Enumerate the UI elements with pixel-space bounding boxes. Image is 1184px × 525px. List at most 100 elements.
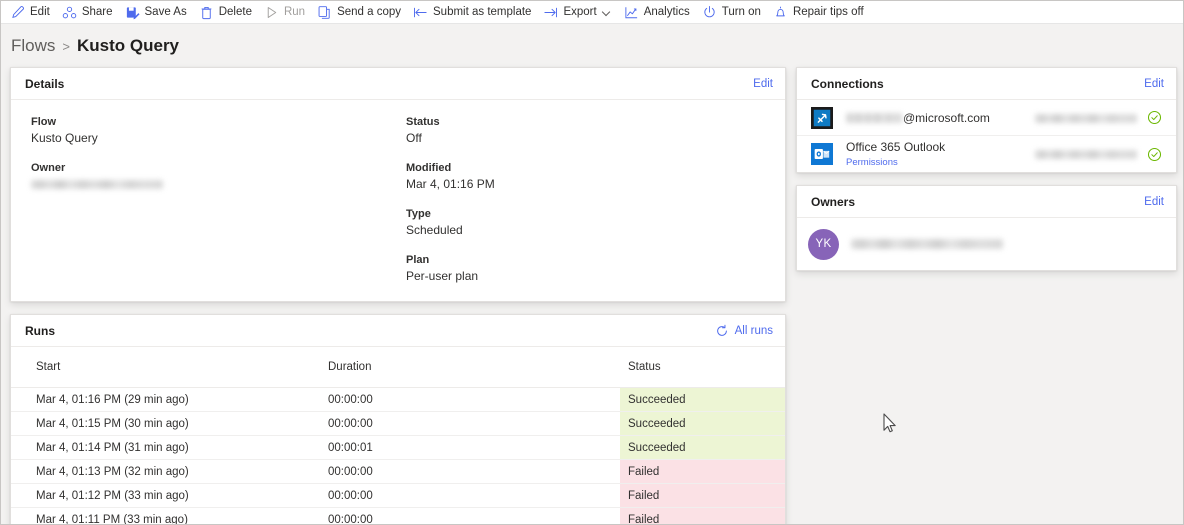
- detail-label: Type: [406, 208, 431, 220]
- run-start: Mar 4, 01:11 PM (33 min ago): [11, 507, 328, 524]
- run-duration: 00:00:00: [328, 411, 620, 436]
- runs-header-row: Start Duration Status: [11, 347, 785, 388]
- column-header-start[interactable]: Start: [11, 347, 328, 388]
- details-edit-link[interactable]: Edit: [753, 78, 773, 90]
- repair-tips-button[interactable]: Repair tips off: [768, 1, 871, 23]
- detail-field-plan: Plan Per-user plan: [406, 254, 785, 283]
- refresh-icon: [715, 324, 729, 338]
- owners-title: Owners: [811, 194, 856, 209]
- run-duration: 00:00:00: [328, 387, 620, 412]
- runs-title: Runs: [25, 323, 55, 338]
- turn-on-button-label: Turn on: [721, 6, 761, 18]
- column-header-duration[interactable]: Duration: [328, 347, 620, 388]
- all-runs-button[interactable]: All runs: [715, 324, 773, 338]
- run-start: Mar 4, 01:15 PM (30 min ago): [11, 411, 328, 436]
- connections-title: Connections: [811, 76, 884, 91]
- bell-icon: [773, 5, 788, 20]
- delete-button[interactable]: Delete: [194, 1, 259, 23]
- connection-name: Office 365 Outlook: [846, 139, 946, 154]
- run-button-label: Run: [283, 6, 306, 18]
- redacted-connection-detail: [1035, 150, 1137, 160]
- save-as-button[interactable]: Save As: [120, 1, 194, 23]
- redacted-connection-detail: [1035, 113, 1137, 123]
- share-button[interactable]: Share: [57, 1, 120, 23]
- detail-value: Off: [406, 131, 422, 145]
- owners-edit-link[interactable]: Edit: [1144, 196, 1164, 208]
- table-row[interactable]: Mar 4, 01:16 PM (29 min ago) 00:00:00 Su…: [11, 387, 785, 412]
- connections-card-header: Connections Edit: [797, 68, 1176, 100]
- right-column: Connections Edit @microsoft.com Office 3…: [796, 67, 1177, 271]
- run-duration: 00:00:00: [328, 459, 620, 484]
- page-title: Kusto Query: [77, 36, 180, 55]
- table-row[interactable]: Mar 4, 01:15 PM (30 min ago) 00:00:00 Su…: [11, 411, 785, 436]
- detail-label: Status: [406, 116, 440, 128]
- run-duration: 00:00:00: [328, 507, 620, 524]
- check-circle-icon: [1147, 110, 1162, 125]
- connection-name-text: @microsoft.com: [903, 110, 990, 125]
- detail-field-type: Type Scheduled: [406, 208, 785, 237]
- detail-label: Owner: [31, 162, 66, 174]
- edit-button[interactable]: Edit: [5, 1, 57, 23]
- run-status: Succeeded: [620, 411, 785, 436]
- send-a-copy-button[interactable]: Send a copy: [312, 1, 408, 23]
- trash-icon: [199, 5, 214, 20]
- runs-card: Runs All runs Start Duration Status Mar …: [10, 314, 786, 524]
- all-runs-label: All runs: [734, 324, 773, 337]
- detail-field-modified: Modified Mar 4, 01:16 PM: [406, 162, 785, 191]
- export-button[interactable]: Export: [538, 1, 618, 23]
- submit-as-template-button-label: Submit as template: [433, 6, 532, 18]
- check-circle-icon: [1147, 147, 1162, 162]
- analytics-button[interactable]: Analytics: [619, 1, 697, 23]
- connections-card: Connections Edit @microsoft.com Office 3…: [796, 67, 1177, 173]
- owner-row[interactable]: YK: [797, 218, 1176, 270]
- main-content: Details Edit Flow Kusto Query Owner Stat…: [1, 57, 1183, 524]
- export-icon: [543, 5, 558, 20]
- details-column-1: Flow Kusto Query Owner: [11, 116, 398, 283]
- office365-outlook-icon: [811, 143, 846, 165]
- connection-info: @microsoft.com: [846, 111, 1035, 125]
- detail-value: Mar 4, 01:16 PM: [406, 177, 495, 191]
- connections-edit-link[interactable]: Edit: [1144, 78, 1164, 90]
- breadcrumb-flows-link[interactable]: Flows: [11, 36, 55, 56]
- table-row[interactable]: Mar 4, 01:11 PM (33 min ago) 00:00:00 Fa…: [11, 507, 785, 524]
- share-icon: [62, 5, 77, 20]
- send-a-copy-button-label: Send a copy: [337, 6, 402, 18]
- table-row[interactable]: Mar 4, 01:14 PM (31 min ago) 00:00:01 Su…: [11, 435, 785, 460]
- turn-on-button[interactable]: Turn on: [697, 1, 768, 23]
- run-status: Succeeded: [620, 387, 785, 412]
- run-start: Mar 4, 01:14 PM (31 min ago): [11, 435, 328, 460]
- owners-card-header: Owners Edit: [797, 186, 1176, 218]
- azure-data-explorer-icon: [811, 106, 846, 129]
- run-start: Mar 4, 01:13 PM (32 min ago): [11, 459, 328, 484]
- details-title: Details: [25, 76, 65, 91]
- owners-card: Owners Edit YK: [796, 185, 1177, 271]
- detail-value: Kusto Query: [31, 131, 98, 145]
- chevron-down-icon: [603, 8, 612, 17]
- detail-label: Modified: [406, 162, 452, 174]
- detail-value: Scheduled: [406, 223, 463, 237]
- play-icon: [264, 5, 279, 20]
- save-as-icon: [125, 5, 140, 20]
- submit-as-template-button[interactable]: Submit as template: [408, 1, 538, 23]
- detail-label: Plan: [406, 254, 430, 266]
- analytics-icon: [624, 5, 639, 20]
- connection-row-azure-data-explorer[interactable]: @microsoft.com: [797, 100, 1176, 136]
- connection-row-office365-outlook[interactable]: Office 365 Outlook Permissions: [797, 136, 1176, 172]
- delete-button-label: Delete: [218, 6, 252, 18]
- details-column-2: Status Off Modified Mar 4, 01:16 PM Type…: [398, 116, 785, 283]
- run-status: Failed: [620, 507, 785, 524]
- detail-field-flow: Flow Kusto Query: [31, 116, 398, 145]
- connection-permissions-link[interactable]: Permissions: [846, 157, 898, 168]
- connection-info: Office 365 Outlook Permissions: [846, 140, 1035, 169]
- details-card-header: Details Edit: [11, 68, 785, 100]
- table-row[interactable]: Mar 4, 01:12 PM (33 min ago) 00:00:00 Fa…: [11, 483, 785, 508]
- run-status: Failed: [620, 483, 785, 508]
- flow-details-page: Edit Share Save As Delete Run Send a cop…: [0, 0, 1184, 525]
- detail-value: Per-user plan: [406, 269, 479, 283]
- analytics-button-label: Analytics: [643, 6, 690, 18]
- detail-value: [31, 177, 398, 191]
- connection-name: @microsoft.com: [846, 111, 1035, 125]
- column-header-status[interactable]: Status: [620, 347, 785, 388]
- detail-field-owner: Owner: [31, 162, 398, 191]
- table-row[interactable]: Mar 4, 01:13 PM (32 min ago) 00:00:00 Fa…: [11, 459, 785, 484]
